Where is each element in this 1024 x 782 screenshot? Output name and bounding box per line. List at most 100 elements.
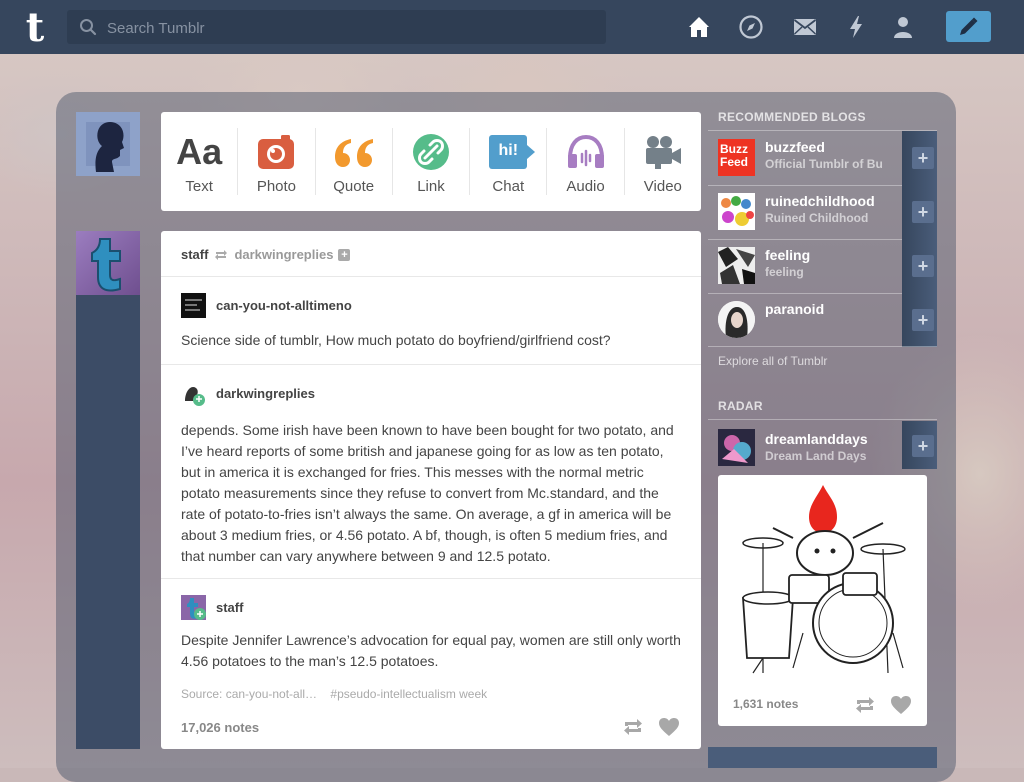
new-post-bar: Aa Text Photo Quote Link hi! Chat Audio …	[161, 112, 701, 211]
post-header: staff darkwingreplies +	[161, 231, 701, 277]
radar-blog-row[interactable]: dreamlanddays Dream Land Days +	[708, 421, 937, 475]
plus-icon: +	[912, 255, 934, 277]
plus-icon: +	[912, 435, 934, 457]
new-video-post-button[interactable]: Video	[625, 128, 701, 195]
new-post-label: Link	[417, 178, 445, 195]
reblogged-from-name[interactable]: darkwingreplies	[234, 247, 333, 262]
divider	[708, 419, 937, 420]
sidebar-bottom-strip	[708, 747, 937, 768]
blog-subtitle: Official Tumblr of Bu	[765, 157, 883, 171]
follow-button[interactable]: +	[902, 421, 937, 469]
post-card: staff darkwingreplies + can-you-not-allt…	[161, 231, 701, 749]
chat-icon: hi!	[489, 135, 536, 169]
my-avatar[interactable]	[76, 112, 140, 176]
follow-plus-icon[interactable]: +	[338, 248, 351, 261]
blog-name: ruinedchildhood	[765, 193, 875, 209]
blog-avatar[interactable]	[718, 193, 755, 230]
blog-name: paranoid	[765, 301, 825, 317]
recommended-blog-row[interactable]: feeling feeling +	[708, 239, 937, 293]
new-audio-post-button[interactable]: Audio	[547, 128, 625, 195]
drummer-illustration	[742, 485, 906, 674]
lightning-icon[interactable]	[843, 14, 869, 40]
follow-button[interactable]: +	[902, 293, 937, 347]
headphones-icon	[567, 134, 604, 168]
trail-author-name[interactable]: can-you-not-alltimeno	[216, 298, 352, 313]
recommended-blogs-title: RECOMMENDED BLOGS	[718, 110, 866, 124]
recommended-blog-row[interactable]: ruinedchildhood Ruined Childhood +	[708, 185, 937, 239]
trail-author-name[interactable]: staff	[216, 600, 243, 615]
divider	[708, 346, 937, 347]
trail-avatar[interactable]	[181, 293, 206, 318]
search-icon	[80, 19, 97, 36]
post-source-link[interactable]: Source: can-you-not-all…	[181, 687, 317, 701]
explore-link[interactable]: Explore all of Tumblr	[718, 354, 827, 368]
blog-name: dreamlanddays	[765, 431, 868, 447]
quote-icon	[334, 139, 373, 167]
post-meta-row: Source: can-you-not-all… #pseudo-intelle…	[181, 687, 497, 701]
post-author-avatar[interactable]	[76, 231, 140, 295]
blog-name: feeling	[765, 247, 811, 263]
blog-avatar[interactable]: Buzz Feed	[718, 139, 755, 176]
blog-subtitle: feeling	[765, 265, 804, 279]
camera-icon	[258, 135, 295, 169]
search-bar[interactable]	[67, 10, 606, 46]
radar-notes-count[interactable]: 1,631 notes	[733, 697, 798, 711]
new-post-label: Video	[643, 178, 682, 195]
buzzfeed-logo: Buzz Feed	[720, 142, 749, 169]
link-icon	[412, 134, 449, 170]
trail-body-text: depends. Some irish have been known to h…	[181, 422, 674, 564]
reblog-trail-item: can-you-not-alltimeno Science side of tu…	[161, 277, 701, 365]
follow-button[interactable]: +	[902, 185, 937, 239]
tumblr-logo[interactable]: t	[18, 8, 52, 48]
trail-body-text: Science side of tumblr, How much potato …	[181, 332, 611, 348]
follow-button[interactable]: +	[902, 239, 937, 293]
plus-icon: +	[912, 309, 934, 331]
video-camera-icon	[645, 136, 681, 169]
plus-icon: +	[912, 147, 934, 169]
new-chat-post-button[interactable]: hi! Chat	[470, 128, 548, 195]
reblog-small-icon	[215, 249, 228, 260]
blog-avatar[interactable]	[718, 247, 755, 284]
trail-author-name[interactable]: darkwingreplies	[216, 386, 315, 401]
top-navigation-bar: t	[0, 0, 1024, 54]
post-notes-count[interactable]: 17,026 notes	[181, 720, 259, 735]
follow-button[interactable]: +	[902, 131, 937, 185]
account-icon[interactable]	[890, 14, 916, 40]
post-avatar-column	[76, 231, 140, 749]
blog-subtitle: Ruined Childhood	[765, 211, 869, 225]
new-link-post-button[interactable]: Link	[393, 128, 471, 195]
text-icon: Aa	[176, 131, 223, 172]
trail-body-text: Despite Jennifer Lawrence’s advocation f…	[181, 632, 681, 669]
recommended-blog-row[interactable]: paranoid +	[708, 293, 937, 347]
mail-icon[interactable]	[792, 14, 818, 40]
silhouette-avatar-icon	[76, 112, 140, 176]
recommended-blog-row[interactable]: Buzz Feed buzzfeed Official Tumblr of Bu…	[708, 131, 937, 185]
compose-button[interactable]	[946, 11, 991, 42]
radar-title: RADAR	[718, 399, 763, 413]
like-heart-icon[interactable]	[658, 717, 680, 737]
post-tag[interactable]: #pseudo-intellectualism week	[330, 687, 487, 701]
new-quote-post-button[interactable]: Quote	[316, 128, 393, 195]
trail-avatar[interactable]	[181, 381, 206, 406]
blog-subtitle: Dream Land Days	[765, 449, 867, 463]
plus-icon: +	[912, 201, 934, 223]
like-heart-icon[interactable]	[890, 695, 912, 715]
reblog-trail-item: darkwingreplies depends. Some irish have…	[161, 365, 701, 579]
blog-avatar[interactable]	[718, 429, 755, 466]
tumblr-staff-avatar-icon	[76, 231, 140, 295]
new-text-post-button[interactable]: Aa Text	[161, 128, 239, 195]
blog-avatar[interactable]	[718, 301, 755, 338]
reblog-icon[interactable]	[854, 695, 876, 715]
compass-icon[interactable]	[738, 14, 764, 40]
new-post-label: Chat	[492, 178, 525, 195]
post-author-name[interactable]: staff	[181, 247, 208, 262]
new-photo-post-button[interactable]: Photo	[238, 128, 316, 195]
new-post-label: Photo	[256, 178, 297, 195]
search-input[interactable]	[105, 10, 599, 46]
chat-icon-label: hi!	[498, 142, 519, 159]
home-icon[interactable]	[686, 14, 712, 40]
blog-name: buzzfeed	[765, 139, 825, 155]
reblog-icon[interactable]	[622, 717, 644, 737]
trail-avatar[interactable]	[181, 595, 206, 620]
radar-post-card[interactable]: 1,631 notes	[718, 475, 927, 726]
